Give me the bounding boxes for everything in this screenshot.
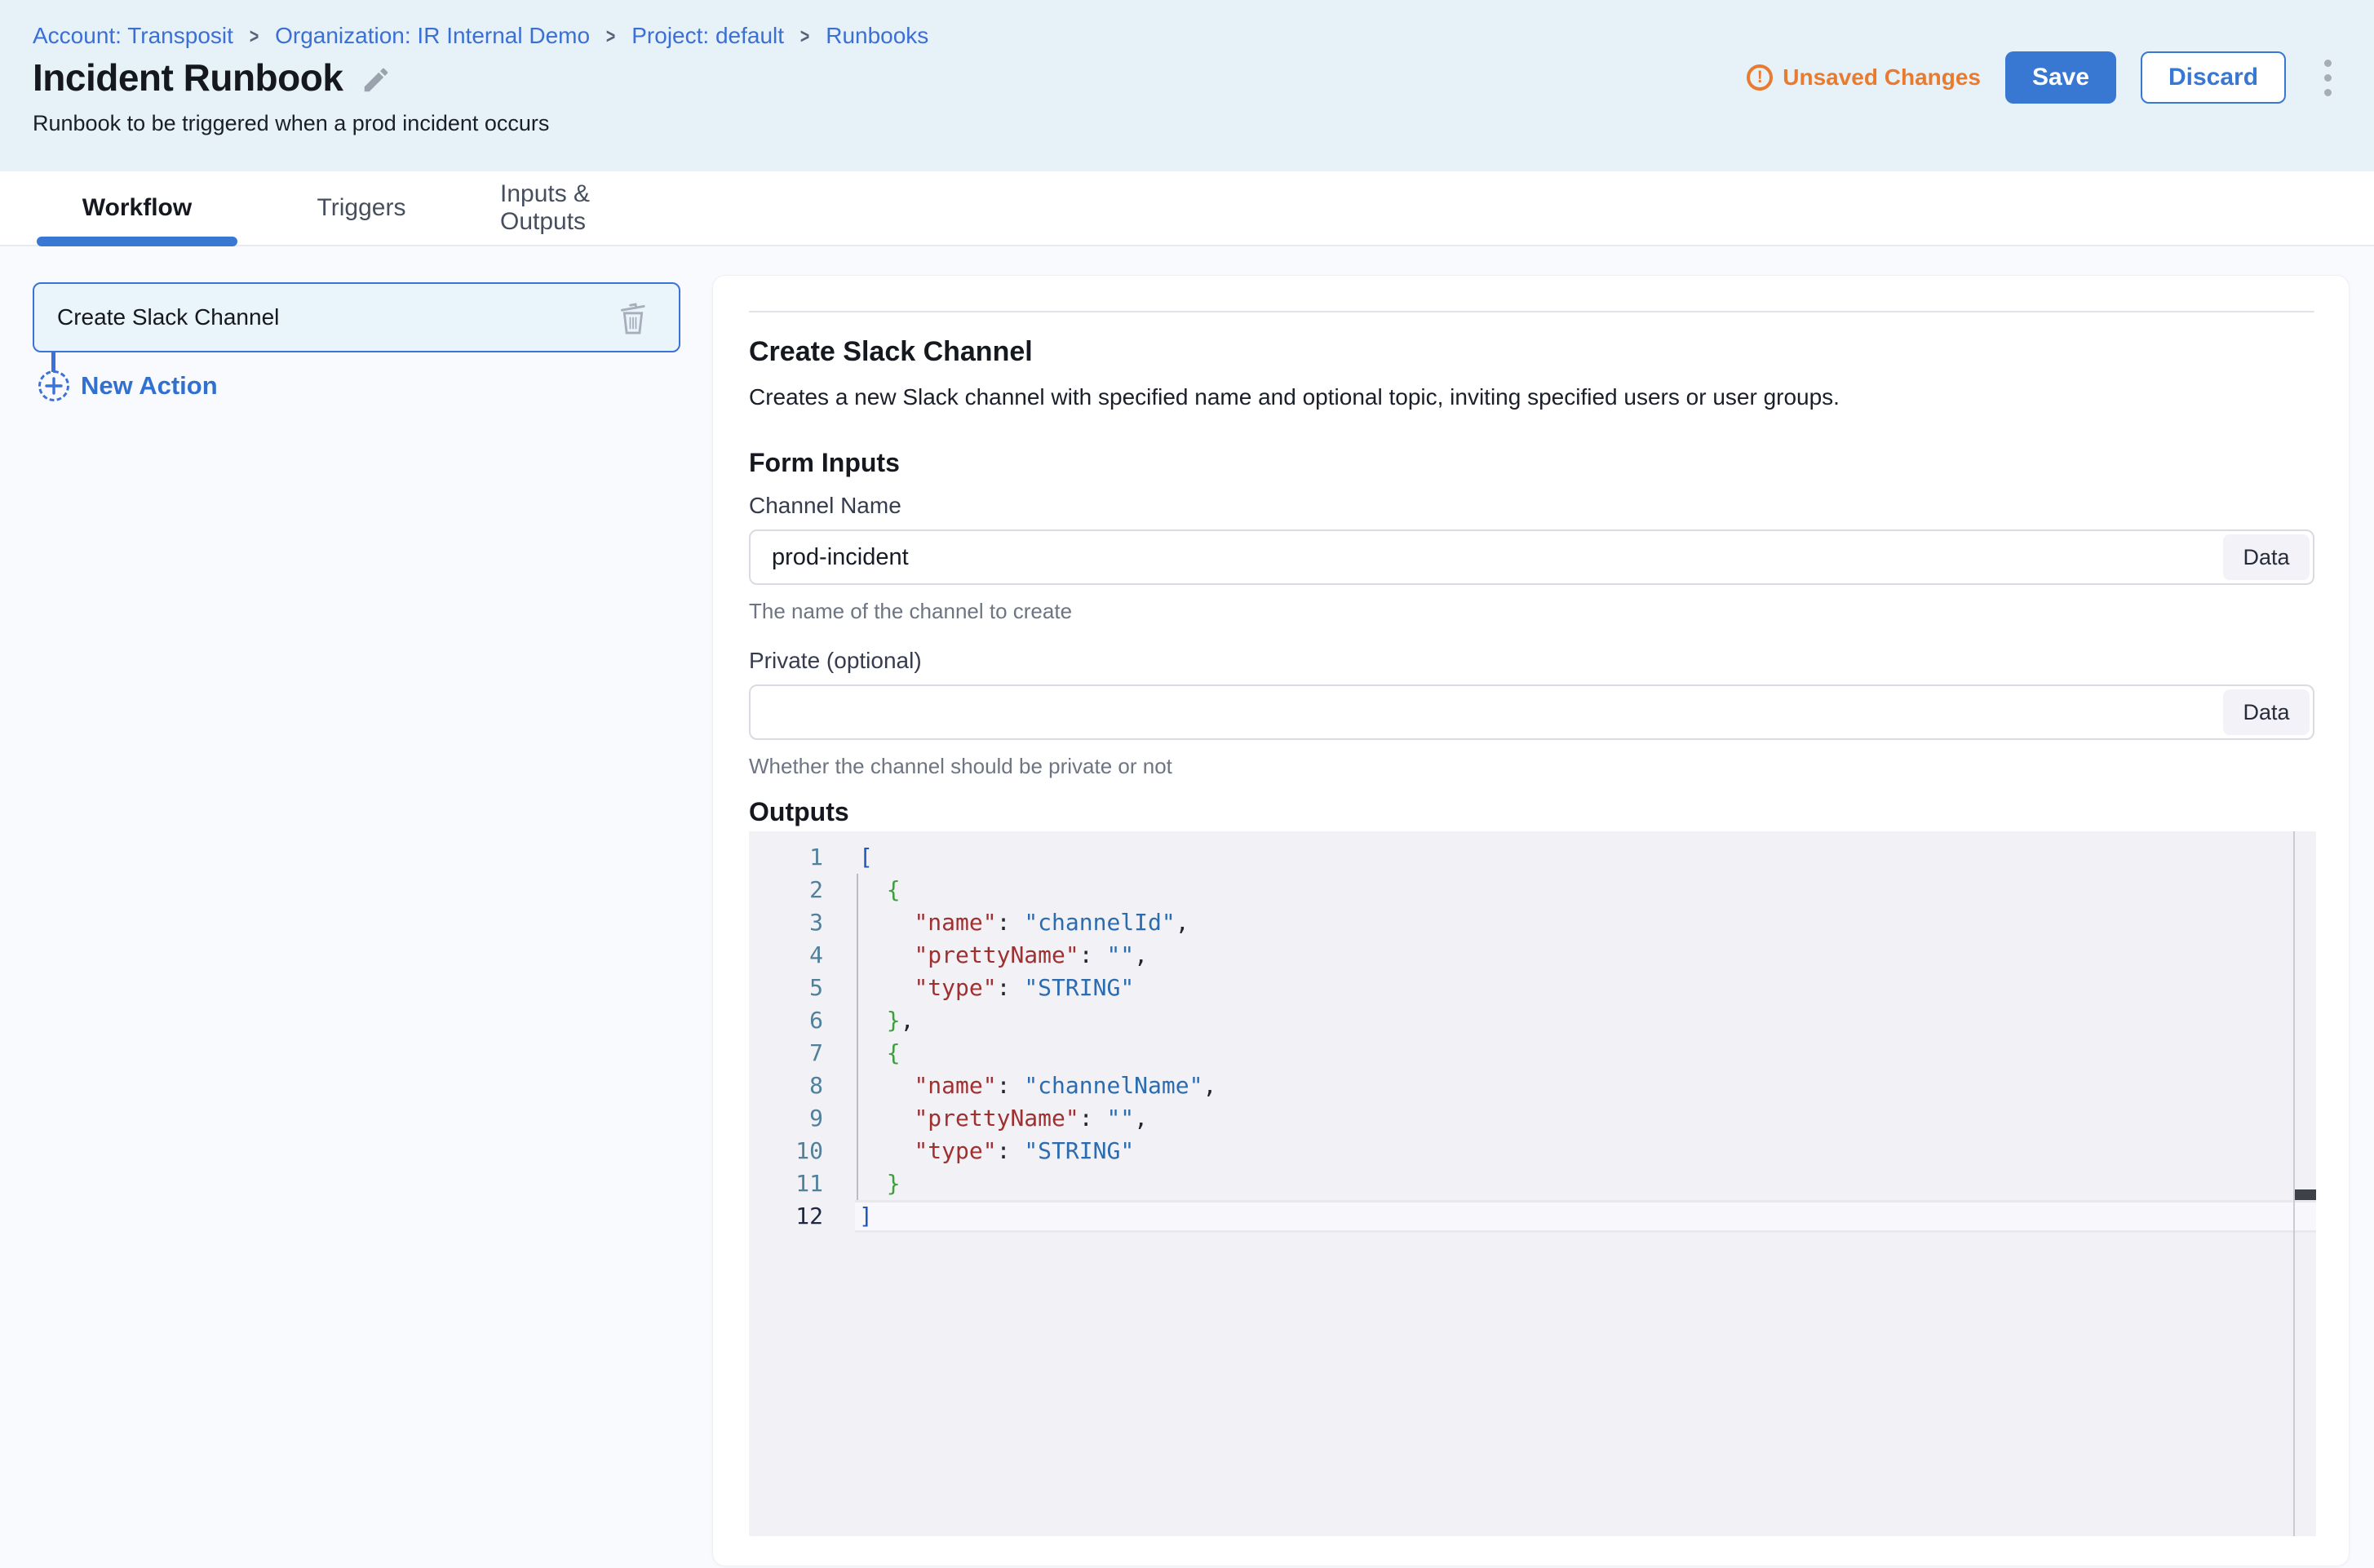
breadcrumb-account-link[interactable]: Account: Transposit [33,23,233,49]
code-line[interactable]: 9 "prettyName": "", [749,1102,2316,1135]
channel-name-label: Channel Name [749,492,2314,520]
save-button[interactable]: Save [2005,51,2116,104]
code-line-content: { [855,1037,2316,1070]
new-action-button[interactable]: New Action [38,370,218,401]
warning-icon: ! [1747,64,1773,91]
private-label: Private (optional) [749,647,2314,675]
code-line[interactable]: 5 "type": "STRING" [749,972,2316,1004]
code-line-content: "prettyName": "", [855,1102,2316,1135]
channel-name-field: Data [749,529,2314,585]
tab-triggers-label: Triggers [317,194,406,222]
kebab-menu-icon[interactable] [2314,51,2341,104]
form-inputs-heading: Form Inputs [749,446,2314,479]
breadcrumb-runbooks-link[interactable]: Runbooks [826,23,928,49]
tab-bar: Workflow Triggers Inputs & Outputs [0,171,2374,246]
code-line-content: } [855,1167,2316,1200]
code-line[interactable]: 7 { [749,1037,2316,1070]
code-line-content: }, [855,1004,2316,1037]
active-tab-underline [37,237,237,246]
line-number: 7 [749,1037,855,1070]
code-line[interactable]: 10 "type": "STRING" [749,1135,2316,1167]
line-number: 11 [749,1167,855,1200]
page-header: Account: Transposit > Organization: IR I… [0,0,2374,171]
code-line-content: "type": "STRING" [855,1135,2316,1167]
outputs-heading: Outputs [749,795,2314,828]
tab-workflow-label: Workflow [82,194,192,222]
page-title: Incident Runbook [33,55,343,100]
code-line[interactable]: 3 "name": "channelId", [749,906,2316,939]
action-detail-card: Create Slack Channel Creates a new Slack… [712,275,2350,1566]
code-line[interactable]: 8 "name": "channelName", [749,1070,2316,1102]
channel-name-helper: The name of the channel to create [749,598,2314,624]
private-data-button[interactable]: Data [2223,689,2310,735]
unsaved-changes-label: Unsaved Changes [1783,64,1981,91]
trash-icon[interactable] [615,298,651,337]
chevron-right-icon: > [606,24,615,49]
editor-scrollbar-thumb[interactable] [2295,1189,2316,1200]
detail-top-divider [749,311,2314,312]
line-number: 5 [749,972,855,1004]
outputs-code-editor[interactable]: 1[2 {3 "name": "channelId",4 "prettyName… [749,831,2316,1536]
code-line[interactable]: 6 }, [749,1004,2316,1037]
channel-name-data-button[interactable]: Data [2223,534,2310,580]
line-number: 8 [749,1070,855,1102]
code-line-content: "name": "channelId", [855,906,2316,939]
discard-button[interactable]: Discard [2141,51,2286,104]
line-number: 9 [749,1102,855,1135]
action-connector-line [51,352,55,372]
code-line[interactable]: 11 } [749,1167,2316,1200]
workflow-tab-content: Create Slack Channel New Action Create S… [0,246,2374,1568]
line-number: 3 [749,906,855,939]
line-number: 1 [749,841,855,874]
workflow-actions-panel: Create Slack Channel New Action [0,246,712,1568]
code-line-content: [ [855,841,2316,874]
line-number: 2 [749,874,855,906]
tab-inputs-outputs[interactable]: Inputs & Outputs [500,171,676,245]
code-line-content: "type": "STRING" [855,972,2316,1004]
code-editor-lines: 1[2 {3 "name": "channelId",4 "prettyName… [749,841,2316,1233]
page-subtitle: Runbook to be triggered when a prod inci… [33,111,549,136]
line-number: 10 [749,1135,855,1167]
code-line-content: "prettyName": "", [855,939,2316,972]
action-item-label: Create Slack Channel [57,304,615,330]
chevron-right-icon: > [800,24,809,49]
private-helper: Whether the channel should be private or… [749,753,2314,779]
indent-guide-line [857,874,858,1200]
plus-circle-icon [38,370,69,401]
action-detail-heading: Create Slack Channel [749,334,2314,370]
breadcrumb-organization-link[interactable]: Organization: IR Internal Demo [275,23,590,49]
code-line[interactable]: 1[ [749,841,2316,874]
code-line-content: { [855,874,2316,906]
pencil-icon[interactable] [361,64,392,95]
breadcrumb: Account: Transposit > Organization: IR I… [33,23,928,49]
private-field: Data [749,684,2314,740]
code-line-content: "name": "channelName", [855,1070,2316,1102]
line-number: 4 [749,939,855,972]
channel-name-input[interactable] [749,529,2314,585]
action-item-create-slack-channel[interactable]: Create Slack Channel [33,282,680,352]
private-input[interactable] [749,684,2314,740]
code-line-content: ] [855,1200,2316,1233]
line-number: 6 [749,1004,855,1037]
unsaved-changes-status: ! Unsaved Changes [1747,64,1981,91]
new-action-label: New Action [81,371,218,401]
editor-vertical-ruler [2293,831,2295,1536]
code-line[interactable]: 12] [749,1200,2316,1233]
tab-triggers[interactable]: Triggers [295,171,428,245]
line-number: 12 [749,1200,855,1233]
chevron-right-icon: > [250,24,259,49]
code-line[interactable]: 2 { [749,874,2316,906]
tab-workflow[interactable]: Workflow [37,171,237,245]
action-detail-description: Creates a new Slack channel with specifi… [749,383,2314,412]
code-line[interactable]: 4 "prettyName": "", [749,939,2316,972]
breadcrumb-project-link[interactable]: Project: default [631,23,784,49]
tab-inputs-outputs-label: Inputs & Outputs [500,180,676,236]
